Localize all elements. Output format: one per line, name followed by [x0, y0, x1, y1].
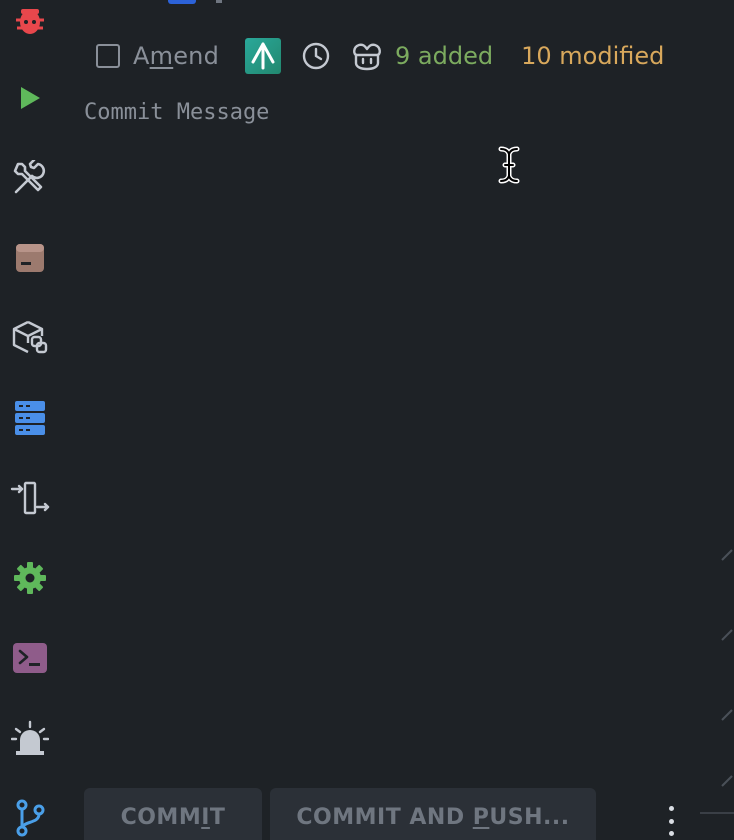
commit-and-push-button[interactable]: COMMIT AND P USH...	[270, 788, 596, 840]
text-cursor-icon	[498, 146, 520, 184]
endpoints-button[interactable]	[6, 476, 54, 520]
gear-icon	[14, 562, 46, 594]
commit-tool-button[interactable]	[245, 38, 282, 74]
clock-icon	[302, 42, 330, 70]
amend-label[interactable]: Amend	[133, 42, 219, 70]
top-tab-indicator	[168, 0, 196, 4]
archive-box-icon	[16, 244, 44, 272]
added-count: 9 added	[395, 42, 494, 70]
arrow-up-branch-icon	[245, 38, 282, 74]
notifications-button[interactable]	[6, 716, 54, 760]
wrench-screwdriver-icon	[13, 160, 46, 194]
alarm-beacon-icon	[11, 720, 49, 755]
build-tools-button[interactable]	[6, 156, 54, 200]
git-button[interactable]	[6, 796, 54, 840]
run-button[interactable]	[6, 76, 54, 120]
history-button[interactable]	[301, 41, 331, 71]
import-export-icon	[10, 481, 50, 515]
tool-strip	[0, 0, 62, 840]
bug-icon	[16, 9, 44, 34]
database-server-icon	[15, 401, 45, 435]
scroll-edge-marks	[721, 549, 733, 787]
git-branch-icon	[16, 799, 45, 837]
python-package-icon	[12, 320, 48, 354]
commit-tool-window: Amend 9 added 10 modified Commit Message…	[0, 0, 734, 840]
debug-button[interactable]	[6, 0, 54, 40]
panel-divider	[700, 812, 734, 814]
commit-message-input[interactable]	[84, 96, 704, 776]
python-packages-button[interactable]	[6, 316, 54, 360]
terminal-button[interactable]	[6, 636, 54, 680]
settings-button[interactable]	[6, 556, 54, 600]
archive-button[interactable]	[6, 236, 54, 280]
copilot-icon	[353, 43, 381, 71]
play-icon	[21, 87, 40, 109]
services-button[interactable]	[6, 396, 54, 440]
modified-count: 10 modified	[521, 42, 665, 70]
top-tab-marker	[216, 0, 222, 3]
commit-button[interactable]: COMM I T	[84, 788, 262, 840]
commit-header: Amend 9 added 10 modified	[96, 38, 716, 74]
terminal-icon	[13, 643, 47, 673]
more-options-button[interactable]	[664, 806, 678, 836]
ai-assistant-button[interactable]	[351, 41, 383, 71]
amend-checkbox[interactable]	[96, 44, 120, 68]
